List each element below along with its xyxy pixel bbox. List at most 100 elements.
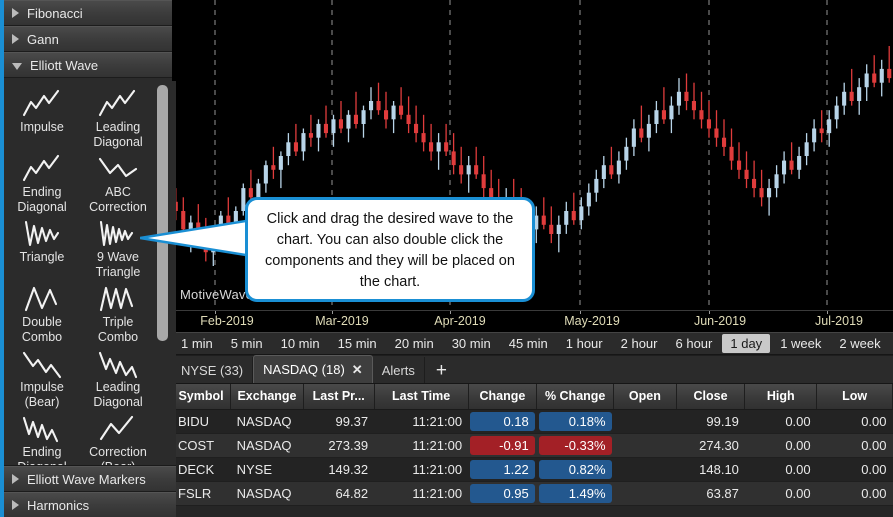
correction-bear-icon [98, 414, 138, 444]
tab-label: NASDAQ (18) [263, 362, 345, 377]
tool-triple-combo[interactable]: Triple Combo [80, 280, 156, 345]
tool-impulse-bear[interactable]: Impulse (Bear) [4, 345, 80, 410]
col-header-last-pr[interactable]: Last Pr... [303, 384, 375, 410]
tool-leading-diagonal[interactable]: Leading Diagonal [80, 345, 156, 410]
tab-nyse-33[interactable]: NYSE (33) [172, 357, 254, 383]
accordion-label: Fibonacci [27, 5, 83, 21]
table-header-row: Symbol Exchange Last Pr... Last Time Change%… [172, 384, 893, 410]
watchlist-table-container[interactable]: Symbol Exchange Last Pr... Last Time Change%… [172, 384, 893, 517]
tool-grid-viewport[interactable]: Impulse Leading Diagonal Ending Diagonal AB… [4, 81, 176, 465]
close-icon[interactable]: ✕ [352, 362, 363, 378]
abc-correction-icon [98, 154, 138, 184]
callout-pointer-tail [140, 218, 252, 258]
timeframe-2-hour[interactable]: 2 hour [613, 334, 666, 353]
cell-symbol: COST [172, 433, 231, 458]
tool-leading-diagonal[interactable]: Leading Diagonal [80, 85, 156, 150]
tab-nasdaq-18[interactable]: NASDAQ (18) ✕ [253, 355, 373, 383]
cell-exchange: NYSE [230, 457, 304, 482]
triple-combo-icon [98, 284, 138, 314]
tool-impulse[interactable]: Impulse [4, 85, 80, 150]
table-row[interactable]: FSLR NASDAQ 64.82 11:21:00 0.95 1.49% 63.87 0.0… [172, 481, 893, 506]
tool-label: Double Combo [21, 315, 63, 344]
accordion-harmonics[interactable]: Harmonics [4, 492, 176, 517]
tool-correction-bear[interactable]: Correction (Bear) [80, 410, 156, 465]
col-header-low[interactable]: Low [816, 384, 893, 410]
tool-grid-scrollbar-thumb[interactable] [157, 85, 168, 341]
cell-last-time: 11:21:00 [374, 409, 469, 434]
accordion-elliott-wave-markers[interactable]: Elliott Wave Markers [4, 466, 176, 492]
cell-low: 0.00 [816, 433, 893, 458]
cell-close: 148.10 [676, 457, 745, 482]
tool-label: Correction (Bear) [89, 445, 147, 465]
cell-low: 0.00 [816, 481, 893, 506]
ending-diagonal-bear-icon [22, 414, 62, 444]
table-row[interactable]: COST NASDAQ 273.39 11:21:00 -0.91 -0.33% 274.3… [172, 433, 893, 458]
cell-high: 0.00 [744, 457, 817, 482]
tool-ending-diagonal[interactable]: Ending Diagonal [4, 150, 80, 215]
timeframe-1-week[interactable]: 1 week [772, 334, 829, 353]
tab-alerts[interactable]: Alerts [373, 357, 425, 383]
col-header-close[interactable]: Close [676, 384, 746, 410]
accordion-top-group: Fibonacci Gann Elliott Wave [4, 0, 172, 78]
watchlist-tab-bar[interactable]: NYSE (33) NASDAQ (18) ✕ Alerts + [172, 355, 893, 384]
cell-low: 0.00 [816, 409, 893, 434]
timeframe-20-min[interactable]: 20 min [387, 334, 442, 353]
chevron-right-icon [12, 34, 19, 44]
accordion-gann[interactable]: Gann [4, 26, 172, 52]
timeframe-15-min[interactable]: 15 min [330, 334, 385, 353]
tool-label: Leading Diagonal [93, 120, 143, 149]
timeframe-6-hour[interactable]: 6 hour [668, 334, 721, 353]
tool-triangle[interactable]: Triangle [4, 215, 80, 280]
table-row[interactable]: DECK NYSE 149.32 11:21:00 1.22 0.82% 148.10 0.0… [172, 457, 893, 482]
accordion-label: Elliott Wave [30, 57, 99, 73]
triangle-wave-icon [22, 219, 62, 249]
accordion-elliott-wave[interactable]: Elliott Wave [4, 52, 172, 78]
timeframe-30-min[interactable]: 30 min [444, 334, 499, 353]
timeframe-2-week[interactable]: 2 week [831, 334, 888, 353]
instruction-callout: Click and drag the desired wave to the c… [245, 197, 535, 302]
axis-tick-label: Feb-2019 [200, 314, 254, 328]
chevron-right-icon [12, 8, 19, 18]
chevron-right-icon [12, 474, 19, 484]
time-axis[interactable]: Feb-2019 Mar-2019 Apr-2019 May-2019 Jun-2019… [172, 310, 893, 332]
timeframe-bar[interactable]: 1 min 5 min 10 min 15 min 20 min 30 min 45 min… [172, 332, 893, 355]
change-badge: 1.22 [470, 459, 535, 479]
timeframe-10-min[interactable]: 10 min [273, 334, 328, 353]
col-header-last-time[interactable]: Last Time [374, 384, 469, 410]
cell-last-price: 99.37 [303, 409, 375, 434]
axis-tick-label: May-2019 [564, 314, 620, 328]
tool-label: Leading Diagonal [93, 380, 143, 409]
col-header-change[interactable]: % Change [536, 384, 615, 410]
add-tab-button[interactable]: + [425, 361, 458, 380]
cell-exchange: NASDAQ [230, 409, 304, 434]
cell-last-price: 149.32 [303, 457, 375, 482]
col-header-exchange[interactable]: Exchange [230, 384, 304, 410]
timeframe-1-day[interactable]: 1 day [722, 334, 771, 353]
accordion-fibonacci[interactable]: Fibonacci [4, 0, 172, 26]
cell-high: 0.00 [744, 409, 817, 434]
cell-last-time: 11:21:00 [374, 433, 469, 458]
col-header-change[interactable]: Change [468, 384, 538, 410]
tool-ending-diagonal[interactable]: Ending Diagonal [4, 410, 80, 465]
impulse-bear-icon [22, 349, 62, 379]
leading-diagonal-bear-icon [98, 349, 138, 379]
timeframe-5-min[interactable]: 5 min [223, 334, 271, 353]
cell-pct-change: 0.18% [536, 409, 614, 434]
change-badge: -0.91 [470, 435, 535, 455]
tool-double-combo[interactable]: Double Combo [4, 280, 80, 345]
accordion-label: Harmonics [27, 497, 90, 513]
col-header-open[interactable]: Open [613, 384, 677, 410]
col-header-high[interactable]: High [744, 384, 818, 410]
tool-label: ABC Correction [89, 185, 147, 214]
tool-label: Triangle [19, 250, 65, 264]
axis-tick-label: Jun-2019 [693, 314, 747, 328]
col-header-symbol[interactable]: Symbol [172, 384, 232, 410]
tool-abc-correction[interactable]: ABC Correction [80, 150, 156, 215]
table-row[interactable]: BIDU NASDAQ 99.37 11:21:00 0.18 0.18% 99.19 0.0… [172, 409, 893, 434]
timeframe-1-min[interactable]: 1 min [173, 334, 221, 353]
cell-symbol: FSLR [172, 481, 231, 506]
accordion-label: Gann [27, 31, 59, 47]
timeframe-45-min[interactable]: 45 min [501, 334, 556, 353]
timeframe-1-hour[interactable]: 1 hour [558, 334, 611, 353]
cell-exchange: NASDAQ [230, 481, 304, 506]
